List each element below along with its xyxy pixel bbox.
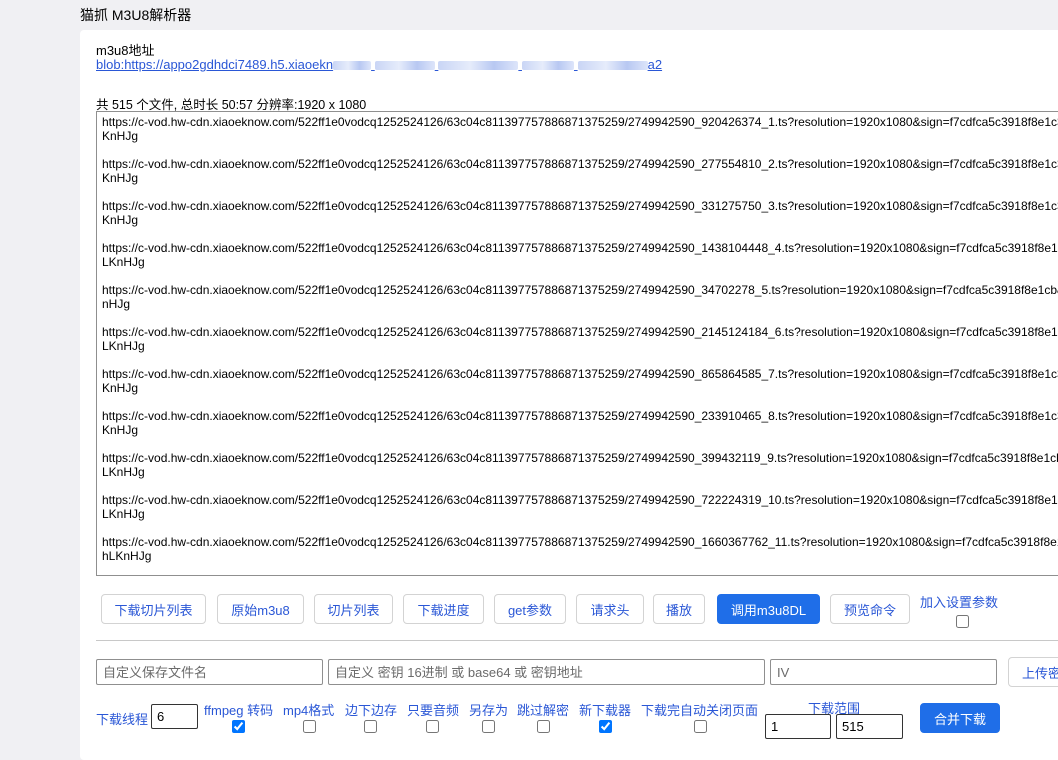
ts-list-textarea[interactable]: https://c-vod.hw-cdn.xiaoeknow.com/522ff… — [96, 111, 1058, 576]
skip-decrypt-checkbox[interactable] — [537, 720, 550, 733]
save-as-label: 另存为 — [469, 703, 509, 718]
main-panel: m3u8地址 blob:https://appo2gdhdci7489.h5.x… — [80, 30, 1058, 760]
redacted-mark — [374, 61, 435, 71]
preview-command-button[interactable]: 预览命令 — [830, 594, 910, 624]
audio-only-checkbox[interactable] — [426, 720, 439, 733]
stream-save-checkbox[interactable] — [364, 720, 377, 733]
filename-input[interactable] — [96, 659, 323, 685]
key-input[interactable] — [328, 659, 765, 685]
range-start-input[interactable] — [765, 714, 831, 739]
save-as-checkbox[interactable] — [482, 720, 495, 733]
iv-input[interactable] — [770, 659, 997, 685]
ts-list-item: https://c-vod.hw-cdn.xiaoeknow.com/522ff… — [102, 535, 1058, 563]
new-downloader-checkbox[interactable] — [599, 720, 612, 733]
url-suffix: a2 — [647, 57, 663, 72]
auto-close-label: 下载完自动关闭页面 — [641, 703, 759, 718]
invoke-m3u8dl-button[interactable]: 调用m3u8DL — [717, 594, 820, 624]
audio-only-label: 只要音频 — [407, 703, 460, 718]
auto-close-checkbox[interactable] — [694, 720, 707, 733]
ffmpeg-checkbox[interactable] — [232, 720, 245, 733]
ts-list-item: https://c-vod.hw-cdn.xiaoeknow.com/522ff… — [102, 241, 1058, 269]
ts-list-item: https://c-vod.hw-cdn.xiaoeknow.com/522ff… — [102, 451, 1058, 479]
skip-decrypt-label: 跳过解密 — [517, 703, 570, 718]
get-params-button[interactable]: get参数 — [494, 594, 566, 624]
url-prefix: blob:https://appo2gdhdci7489.h5.xiaoekn — [96, 57, 334, 72]
app-title: 猫抓 M3U8解析器 — [80, 7, 192, 23]
slice-list-button[interactable]: 切片列表 — [314, 594, 393, 624]
mp4-checkbox[interactable] — [303, 720, 316, 733]
ts-list-item: https://c-vod.hw-cdn.xiaoeknow.com/522ff… — [102, 493, 1058, 521]
ffmpeg-label: ffmpeg 转码 — [204, 703, 274, 718]
add-settings-label: 加入设置参数 — [920, 595, 999, 610]
redacted-mark — [438, 61, 519, 71]
stream-save-label: 边下边存 — [345, 703, 398, 718]
threads-label: 下载线程 — [96, 712, 149, 727]
mp4-label: mp4格式 — [283, 703, 335, 718]
download-progress-button[interactable]: 下载进度 — [403, 594, 484, 624]
request-headers-button[interactable]: 请求头 — [576, 594, 644, 624]
threads-input[interactable] — [151, 704, 198, 729]
upload-key-button[interactable]: 上传密钥 — [1008, 657, 1058, 687]
add-settings-checkbox[interactable] — [956, 615, 969, 628]
redacted-mark — [577, 61, 648, 71]
redacted-mark — [333, 61, 372, 71]
play-button[interactable]: 播放 — [653, 594, 705, 624]
ts-list-item: https://c-vod.hw-cdn.xiaoeknow.com/522ff… — [102, 325, 1058, 353]
ts-list-item: https://c-vod.hw-cdn.xiaoeknow.com/522ff… — [102, 409, 1058, 437]
redacted-mark — [521, 61, 574, 71]
ts-list-item: https://c-vod.hw-cdn.xiaoeknow.com/522ff… — [102, 199, 1058, 227]
merge-download-button[interactable]: 合并下载 — [920, 703, 1000, 733]
new-downloader-label: 新下载器 — [579, 703, 632, 718]
range-end-input[interactable] — [836, 714, 903, 739]
ts-list-item: https://c-vod.hw-cdn.xiaoeknow.com/522ff… — [102, 157, 1058, 185]
ts-list-item: https://c-vod.hw-cdn.xiaoeknow.com/522ff… — [102, 283, 1058, 311]
m3u8-url-link[interactable]: blob:https://appo2gdhdci7489.h5.xiaoekn … — [96, 57, 662, 72]
ts-list-item: https://c-vod.hw-cdn.xiaoeknow.com/522ff… — [102, 367, 1058, 395]
divider — [96, 640, 1058, 641]
raw-m3u8-button[interactable]: 原始m3u8 — [217, 594, 304, 624]
download-slice-list-button[interactable]: 下载切片列表 — [101, 594, 206, 624]
ts-list-item: https://c-vod.hw-cdn.xiaoeknow.com/522ff… — [102, 115, 1058, 143]
